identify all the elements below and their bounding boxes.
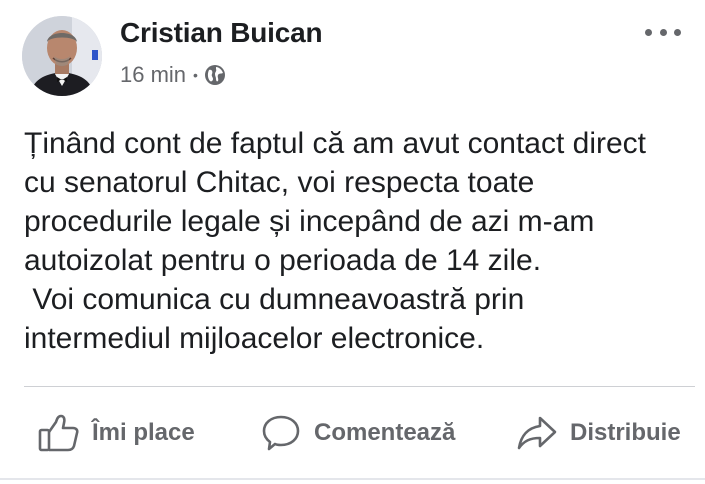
author-name[interactable]: Cristian Buican [120,17,323,49]
post-text-line: cu senatorul Chitac, voi respecta toate [24,166,535,199]
post-text-line: procedurile legale și incepând de azi m-… [24,205,595,238]
facebook-post: Cristian Buican 16 min • Ținând cont de … [0,0,705,484]
thumbs-up-icon [38,414,79,452]
post-text-line: Voi comunica cu dumneavoastră prin [24,283,525,316]
bottom-divider [0,478,705,480]
post-timestamp[interactable]: 16 min [120,62,186,88]
profile-photo [22,16,102,96]
meta-separator: • [193,67,198,83]
share-label: Distribuie [570,419,681,446]
post-actions-bar: Îmi place Comentează Distribuie [0,405,705,461]
post-text-line: intermediul mijloacelor electronice. [24,322,485,355]
share-arrow-icon [517,416,557,450]
more-dot [674,28,681,36]
like-label: Îmi place [92,419,195,446]
like-button[interactable]: Îmi place [38,405,195,461]
share-button[interactable]: Distribuie [516,405,681,461]
globe-icon[interactable] [204,64,226,86]
more-options-icon[interactable] [645,20,681,44]
more-dot [645,28,652,36]
divider [24,386,695,387]
comment-label: Comentează [314,419,456,446]
more-dot [659,28,667,36]
post-text-line: Ținând cont de faptul că am avut contact… [24,127,647,160]
comment-bubble-icon [262,415,300,451]
comment-button[interactable]: Comentează [260,405,455,461]
post-text-line: autoizolat pentru o perioada de 14 zile. [24,244,542,277]
avatar[interactable] [22,16,102,96]
post-meta: 16 min • [120,62,226,88]
post-text: Ținând cont de faptul că am avut contact… [24,124,699,358]
